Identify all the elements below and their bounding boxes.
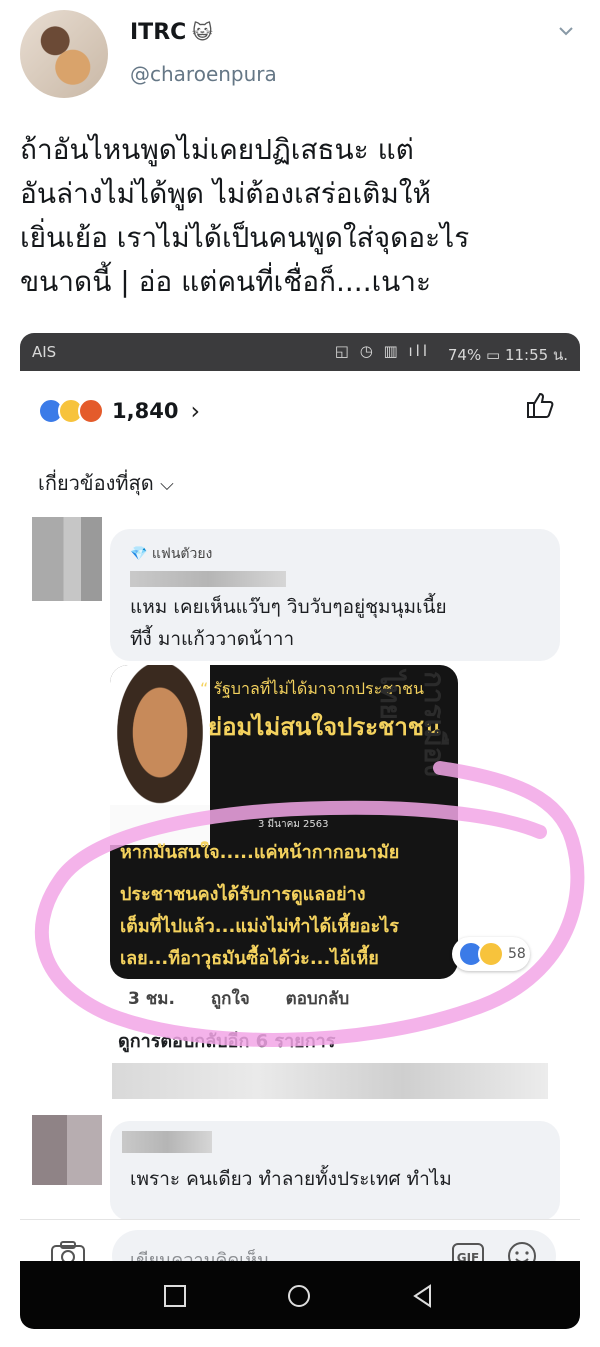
comment-reactions[interactable]: 58: [452, 937, 530, 971]
comment-text: แหม เคยเห็นแว๊บๆ วิบวับๆอยู่ชุมนุมเนี้ย: [130, 596, 447, 618]
comment-image[interactable]: “ รัฐบาลที่ไม่ได้มาจากประชาชน ย่อมไม่สนใ…: [110, 665, 458, 979]
top-fan-badge: 💎 แฟนตัวยง: [130, 546, 213, 562]
comment-text: ทีงี้ มาแก้ววาดน้าาา: [130, 628, 295, 650]
commenter-avatar[interactable]: [32, 517, 102, 601]
image-text-line: ประชาชนคงได้รับการดูแลอย่าง: [120, 884, 366, 905]
tweet-text: ถ้าอันไหนพูดไม่เคยปฏิเสธนะ แต่ อันล่างไม…: [20, 128, 580, 304]
comment-time: 3 ชม.: [128, 989, 175, 1009]
embedded-screenshot[interactable]: AIS ◱ ◷ ▥ ıll 74% ▭ 11:55 น. 1,840 › เกี…: [20, 333, 580, 1329]
haha-reaction-icon: [478, 941, 504, 967]
battery-icon: ▭: [486, 346, 505, 364]
tweet-text-line: ถ้าอันไหนพูดไม่เคยปฏิเสธนะ แต่: [20, 133, 414, 166]
commenter-name[interactable]: [122, 1131, 212, 1153]
chevron-down-icon: ⌵: [160, 474, 174, 495]
image-text-line: หากมันสนใจ.....แค่หน้ากากอนามัย: [120, 842, 400, 863]
status-bar: AIS ◱ ◷ ▥ ıll 74% ▭ 11:55 น.: [20, 333, 580, 371]
comment-reaction-count: 58: [508, 946, 526, 962]
reaction-count: 1,840: [112, 399, 179, 423]
view-more-replies[interactable]: ดูการตอบกลับอีก 6 รายการ: [118, 1026, 335, 1055]
comment-sort[interactable]: เกี่ยวข้องที่สุด ⌵: [38, 467, 174, 499]
comment-bubble: 💎 แฟนตัวยง แหม เคยเห็นแว๊บๆ วิบวับๆอยู่ช…: [110, 529, 560, 661]
top-fan-label: แฟนตัวยง: [151, 546, 213, 562]
reaction-summary[interactable]: 1,840 ›: [38, 393, 200, 429]
carrier-label: AIS: [32, 343, 57, 361]
facebook-comments: 1,840 › เกี่ยวข้องที่สุด ⌵ 💎 แฟนตัวยง แห…: [20, 371, 580, 1298]
sort-label: เกี่ยวข้องที่สุด: [38, 471, 154, 495]
person-photo: [110, 665, 210, 815]
comment-actions: 3 ชม. ถูกใจ ตอบกลับ: [128, 985, 379, 1012]
tweet-text-line: ขนาดนี้ | อ่อ แต่คนที่เชื่อก็....เนาะ: [20, 265, 432, 298]
home-icon[interactable]: [286, 1283, 312, 1309]
comment-bubble: เพราะ คนเดียว ทำลายทั้งประเทศ ทำไม: [110, 1121, 560, 1221]
blurred-reply: [112, 1063, 548, 1099]
recent-apps-icon[interactable]: [162, 1283, 188, 1309]
image-text-line: เลย...ทีอาวุธมันซื้อได้ว่ะ...ไอ้เหี้ย: [120, 948, 379, 969]
comment-text: เพราะ คนเดียว ทำลายทั้งประเทศ ทำไม: [130, 1168, 452, 1190]
commenter-avatar[interactable]: [32, 1115, 102, 1185]
clock: 11:55 น.: [504, 346, 568, 364]
like-thumb-icon[interactable]: [524, 389, 556, 421]
display-name[interactable]: ITRC: [130, 20, 186, 45]
image-side-text: การเมืองไทย: [374, 671, 451, 778]
user-handle[interactable]: @charoenpura: [130, 62, 277, 86]
reply-link[interactable]: ตอบกลับ: [286, 989, 350, 1009]
chevron-down-icon[interactable]: [557, 22, 575, 40]
chevron-right-icon: ›: [190, 397, 201, 425]
back-icon[interactable]: [410, 1283, 436, 1309]
tweet-text-line: เยิ่นเย้อ เราไม่ได้เป็นคนพูดใส่จุดอะไร: [20, 221, 470, 254]
profile-avatar[interactable]: [20, 10, 108, 98]
like-link[interactable]: ถูกใจ: [211, 989, 250, 1009]
tweet-text-line: อันล่างไม่ได้พูด ไม่ต้องเสร่อเติมให้: [20, 177, 431, 210]
status-right: 74% ▭ 11:55 น.: [448, 343, 568, 367]
commenter-name[interactable]: [130, 571, 286, 587]
image-text-line: เต็มที่ไปแล้ว...แม่งไม่ทำได้เหี้ยอะไร: [120, 916, 399, 937]
angry-reaction-icon: [78, 398, 104, 424]
battery-percent: 74%: [447, 346, 482, 364]
image-date: 3 มีนาคม 2563: [258, 819, 329, 830]
status-icons: ◱ ◷ ▥ ıll: [334, 342, 430, 360]
android-nav-bar: [20, 1261, 580, 1329]
name-emoji: 😺: [192, 20, 213, 44]
